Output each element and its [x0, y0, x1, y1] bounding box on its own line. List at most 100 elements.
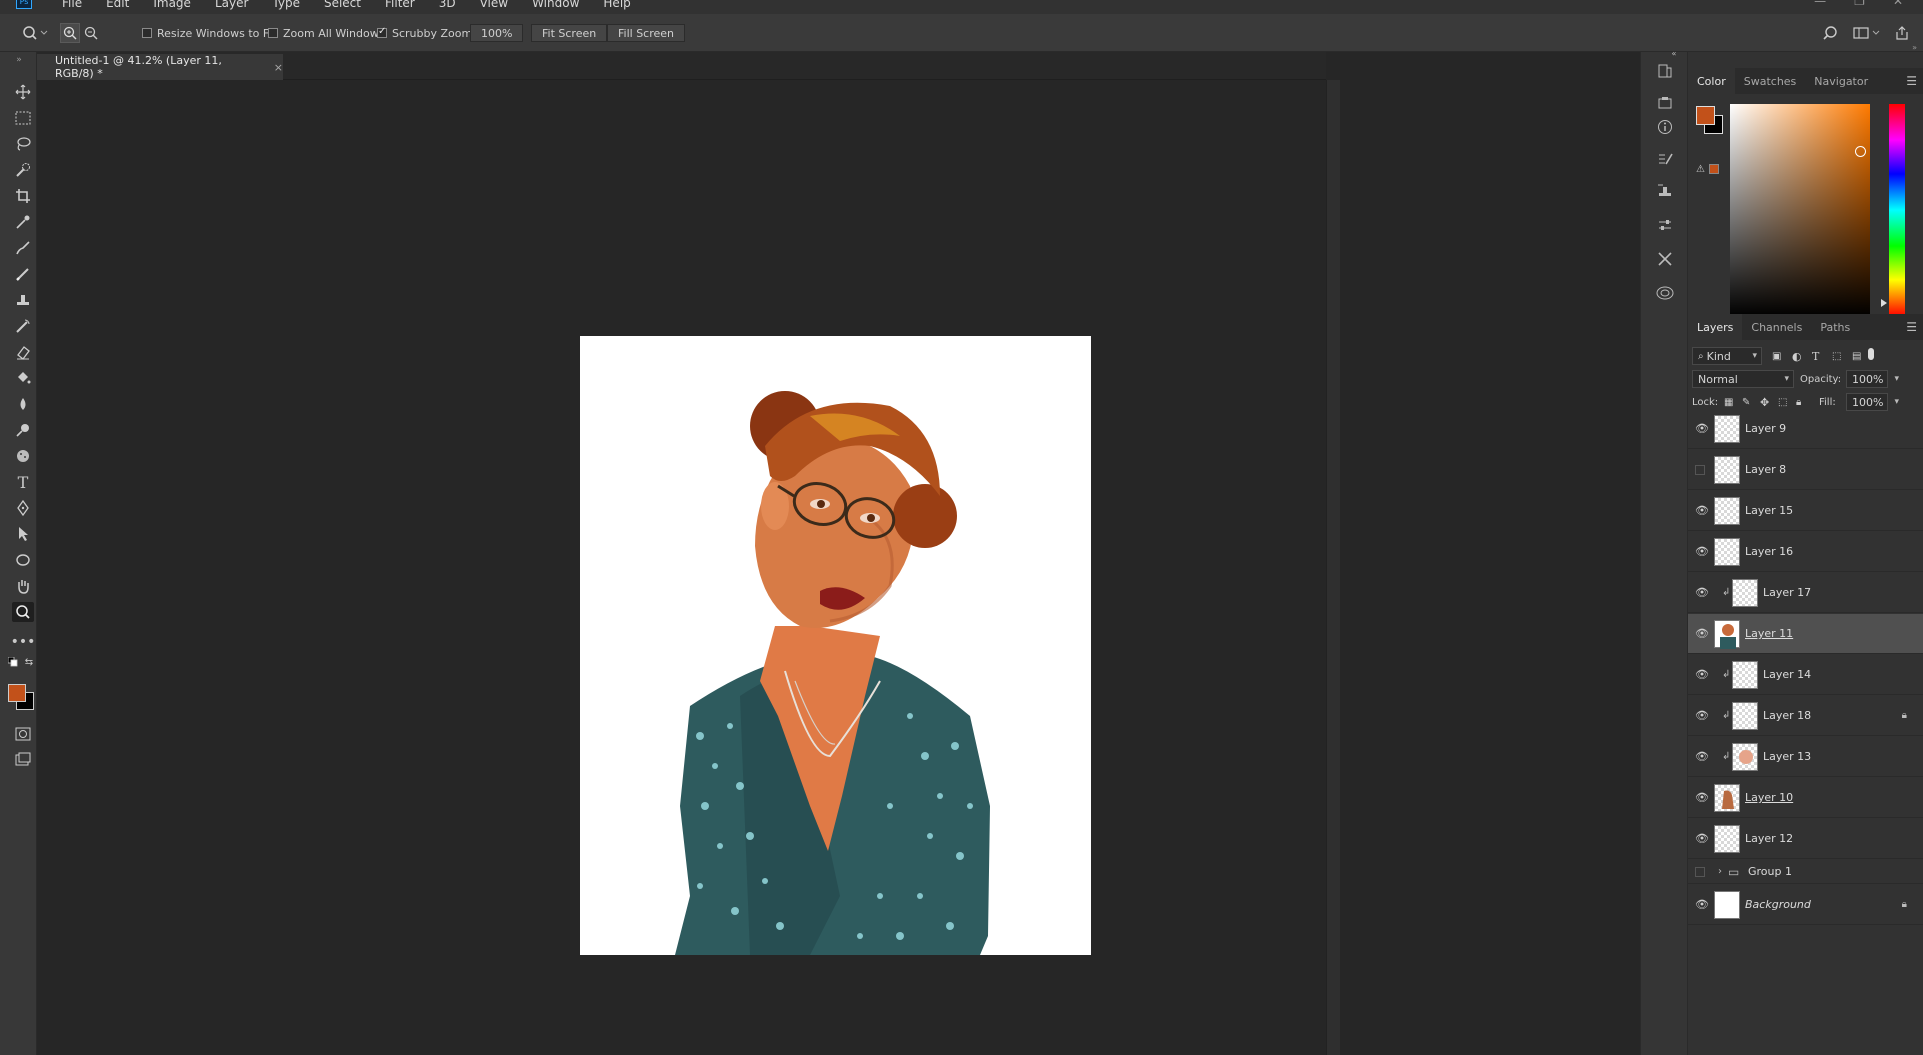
- layer-row[interactable]: 👁︎ Layer 15: [1688, 491, 1923, 531]
- visibility-eye-icon[interactable]: 👁︎: [1695, 586, 1709, 599]
- close-tab-icon[interactable]: ×: [274, 61, 283, 74]
- screen-mode-icon[interactable]: [12, 749, 34, 769]
- visibility-eye-icon[interactable]: 👁︎: [1695, 898, 1709, 911]
- fit-screen-label[interactable]: Fit Screen: [531, 24, 608, 42]
- blend-mode-select[interactable]: Normal ▾: [1692, 370, 1794, 388]
- resize-windows-check[interactable]: [142, 28, 152, 38]
- scrubby-zoom-checkbox[interactable]: Scrubby Zoom: [377, 14, 472, 52]
- filter-smart-object-icon[interactable]: ▤: [1852, 351, 1861, 362]
- opacity-input[interactable]: 100% ▾: [1846, 370, 1899, 388]
- document-canvas[interactable]: [580, 336, 1091, 955]
- workspace-switcher-icon[interactable]: [1853, 14, 1881, 52]
- adjustments-panel-icon[interactable]: [1654, 214, 1676, 236]
- default-colors-icon[interactable]: [6, 656, 20, 668]
- info-panel-icon[interactable]: [1654, 116, 1676, 138]
- color-panel-menu-icon[interactable]: ☰: [1906, 74, 1917, 88]
- clone-source-panel-icon[interactable]: [1654, 180, 1676, 202]
- zoom-tool-icon[interactable]: [12, 602, 34, 622]
- layer-row[interactable]: 👁︎ ↲ Layer 18 🔒︎: [1688, 696, 1923, 736]
- resize-windows-checkbox[interactable]: Resize Windows to Fit: [142, 14, 276, 52]
- hue-slider[interactable]: [1881, 104, 1905, 316]
- menu-select[interactable]: Select: [324, 0, 361, 10]
- tab-color[interactable]: Color: [1688, 68, 1735, 94]
- tab-channels[interactable]: Channels: [1742, 314, 1811, 340]
- out-of-gamut-warning[interactable]: ⚠: [1696, 162, 1720, 176]
- fill-screen-button[interactable]: Fill Screen: [607, 14, 686, 52]
- filter-type-icon[interactable]: T: [1812, 350, 1819, 363]
- lock-transparent-icon[interactable]: ▦: [1724, 397, 1733, 408]
- crop-tool-icon[interactable]: [12, 186, 34, 206]
- group-row[interactable]: › ▭ Group 1: [1688, 860, 1923, 884]
- color-picker-cursor[interactable]: [1855, 146, 1866, 157]
- share-icon[interactable]: [1894, 14, 1910, 52]
- search-icon[interactable]: [1822, 14, 1838, 52]
- visibility-eye-icon[interactable]: 👁︎: [1695, 750, 1709, 763]
- zoom-percent-value[interactable]: 100%: [470, 24, 524, 42]
- brush-settings-panel-icon[interactable]: [1654, 148, 1676, 170]
- visibility-eye-icon[interactable]: 👁︎: [1695, 545, 1709, 558]
- zoom-in-button[interactable]: [60, 14, 80, 52]
- eyedropper-tool-icon[interactable]: [12, 212, 34, 232]
- menu-edit[interactable]: Edit: [106, 0, 129, 10]
- layers-panel-menu-icon[interactable]: ☰: [1906, 320, 1917, 334]
- canvas-workspace[interactable]: [37, 80, 1326, 1055]
- saturation-brightness-field[interactable]: [1730, 104, 1870, 316]
- swap-colors-icon[interactable]: ⇆: [22, 656, 36, 668]
- sponge-tool-icon[interactable]: [12, 446, 34, 466]
- zoom-all-check[interactable]: [268, 28, 278, 38]
- gamut-color-chip[interactable]: [1708, 164, 1719, 174]
- tool-presets-panel-icon[interactable]: [1654, 248, 1676, 270]
- layer-row-background[interactable]: 👁︎ Background 🔒︎: [1688, 885, 1923, 925]
- document-tab[interactable]: Untitled-1 @ 41.2% (Layer 11, RGB/8) * ×: [37, 54, 283, 80]
- filter-toggle-icon[interactable]: [1868, 348, 1874, 360]
- tab-layers[interactable]: Layers: [1688, 314, 1743, 340]
- visibility-toggle-off[interactable]: [1695, 464, 1705, 475]
- clone-stamp-tool-icon[interactable]: [12, 290, 34, 310]
- lock-image-icon[interactable]: ✎: [1742, 397, 1750, 408]
- vertical-scrollbar[interactable]: [1326, 80, 1340, 1055]
- chevron-right-icon[interactable]: ›: [1718, 866, 1722, 877]
- menu-window[interactable]: Window: [532, 0, 579, 10]
- layer-filter-select[interactable]: ⌕ Kind ▾: [1692, 347, 1762, 365]
- dodge-tool-icon[interactable]: [12, 420, 34, 440]
- layer-row[interactable]: 👁︎ Layer 16: [1688, 532, 1923, 572]
- marquee-tool-icon[interactable]: [12, 108, 34, 128]
- collapse-panels-icon[interactable]: »: [1912, 43, 1917, 52]
- menu-view[interactable]: View: [480, 0, 508, 10]
- visibility-eye-icon[interactable]: 👁︎: [1695, 791, 1709, 804]
- libraries-panel-icon[interactable]: [1654, 282, 1676, 304]
- scrubby-zoom-check[interactable]: [377, 26, 387, 38]
- layer-row[interactable]: Layer 8: [1688, 450, 1923, 490]
- eraser-tool-icon[interactable]: [12, 342, 34, 362]
- layer-row[interactable]: 👁︎ Layer 9: [1688, 409, 1923, 449]
- visibility-eye-icon[interactable]: 👁︎: [1695, 709, 1709, 722]
- history-panel-icon[interactable]: [1654, 60, 1676, 82]
- foreground-color-chip[interactable]: [1696, 106, 1715, 125]
- pen-tool-icon[interactable]: [12, 498, 34, 518]
- history-brush-tool-icon[interactable]: [12, 316, 34, 336]
- hue-slider-handle[interactable]: [1881, 299, 1887, 307]
- zoom-all-checkbox[interactable]: Zoom All Windows: [268, 14, 384, 52]
- fit-screen-button[interactable]: Fit Screen: [531, 14, 608, 52]
- foreground-color-swatch[interactable]: [8, 684, 26, 702]
- filter-pixel-icon[interactable]: ▣: [1772, 351, 1781, 362]
- edit-toolbar-icon[interactable]: •••: [11, 632, 36, 652]
- hand-tool-icon[interactable]: [12, 576, 34, 596]
- quick-mask-icon[interactable]: [12, 724, 34, 744]
- layer-row[interactable]: 👁︎ ↲ Layer 14: [1688, 655, 1923, 695]
- lasso-tool-icon[interactable]: [12, 134, 34, 154]
- layer-row[interactable]: 👁︎ Layer 12: [1688, 819, 1923, 859]
- layer-row[interactable]: 👁︎ Layer 10: [1688, 778, 1923, 818]
- type-tool-icon[interactable]: T: [12, 472, 34, 492]
- menu-filter[interactable]: Filter: [385, 0, 415, 10]
- lock-position-icon[interactable]: ✥: [1760, 396, 1769, 409]
- visibility-eye-icon[interactable]: 👁︎: [1695, 504, 1709, 517]
- visibility-eye-icon[interactable]: 👁︎: [1695, 668, 1709, 681]
- filter-shape-icon[interactable]: ⬚: [1832, 351, 1841, 362]
- menu-image[interactable]: Image: [153, 0, 191, 10]
- zoom-percent-button[interactable]: 100%: [470, 14, 524, 52]
- close-window-icon[interactable]: ✕: [1893, 0, 1903, 8]
- menu-type[interactable]: Type: [272, 0, 300, 10]
- blur-tool-icon[interactable]: [12, 394, 34, 414]
- properties-panel-icon[interactable]: [1654, 92, 1676, 114]
